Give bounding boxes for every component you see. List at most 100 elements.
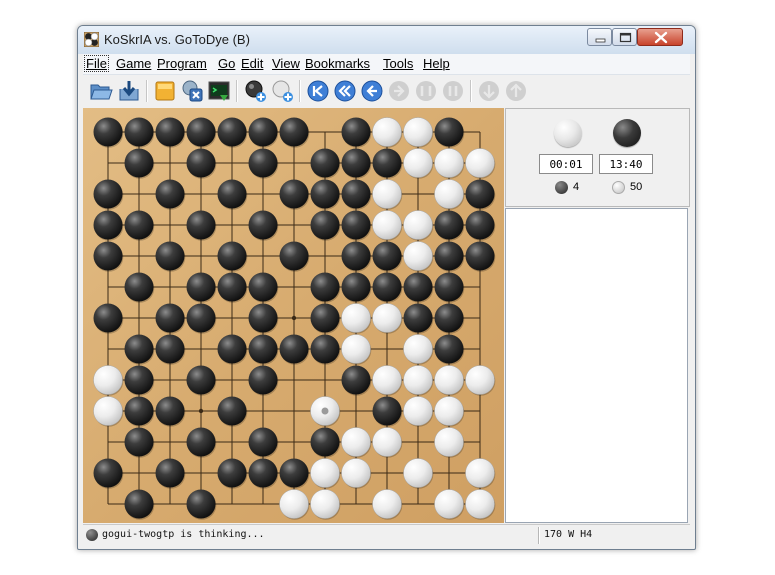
black-stone (403, 272, 433, 302)
white-stone (403, 210, 433, 240)
white-stone (341, 427, 371, 457)
maximize-button[interactable] (612, 28, 637, 46)
white-stone (93, 396, 123, 426)
back-button[interactable] (359, 78, 385, 104)
menu-go[interactable]: Go (216, 55, 237, 72)
black-stone (217, 272, 247, 302)
white-stone (372, 489, 402, 519)
toolbar-separator (146, 80, 148, 102)
status-message: gogui-twogtp is thinking... (102, 529, 265, 540)
detach-program-button[interactable] (179, 78, 205, 104)
open-button[interactable] (88, 78, 114, 104)
back-ten-button[interactable] (332, 78, 358, 104)
star-point (198, 408, 204, 414)
black-stone (372, 148, 402, 178)
black-captures-count: 4 (573, 181, 580, 193)
white-stone (403, 458, 433, 488)
white-stone (93, 365, 123, 395)
white-stone (372, 210, 402, 240)
open-folder-icon (90, 84, 113, 100)
detach-program-icon (182, 80, 203, 102)
black-stone (124, 427, 154, 457)
board-canvas[interactable] (83, 108, 504, 523)
comment-textarea[interactable] (505, 208, 688, 523)
white-clock: 00:01 (539, 154, 593, 174)
white-stone (403, 396, 433, 426)
black-stone (465, 179, 495, 209)
go-board[interactable] (83, 108, 504, 523)
black-stone (279, 241, 309, 271)
black-stone (155, 179, 185, 209)
black-stone (124, 148, 154, 178)
status-divider (538, 527, 540, 544)
black-stone (248, 210, 278, 240)
black-stone (372, 396, 402, 426)
play-button[interactable] (242, 78, 268, 104)
new-game-button[interactable] (152, 78, 178, 104)
menu-tools[interactable]: Tools (381, 55, 415, 72)
white-stone (434, 396, 464, 426)
black-stone (186, 148, 216, 178)
black-stone (403, 303, 433, 333)
play-icon (245, 80, 266, 102)
forward-icon (389, 81, 409, 101)
minimize-button[interactable] (587, 28, 612, 46)
black-stone (217, 458, 247, 488)
white-stone (341, 334, 371, 364)
white-player-stone-icon (554, 119, 582, 147)
menu-edit[interactable]: Edit (239, 55, 265, 72)
black-stone (93, 458, 123, 488)
black-stone (310, 148, 340, 178)
black-stone (248, 303, 278, 333)
title-bar[interactable]: KoSkrIA vs. GoToDye (B) (78, 26, 695, 54)
black-player-stone-icon (613, 119, 641, 147)
go-beginning-button[interactable] (305, 78, 331, 104)
white-stone (403, 241, 433, 271)
black-stone (248, 272, 278, 302)
go-end-button[interactable] (440, 78, 466, 104)
play-single-button[interactable] (269, 78, 295, 104)
white-stone (434, 365, 464, 395)
black-stone (155, 334, 185, 364)
forward-button[interactable] (386, 78, 412, 104)
white-stone (403, 334, 433, 364)
minimize-icon (595, 38, 606, 43)
white-stone (372, 179, 402, 209)
menu-game[interactable]: Game (114, 55, 153, 72)
black-stone (155, 117, 185, 147)
black-stone (217, 179, 247, 209)
menu-file[interactable]: File (84, 55, 109, 72)
white-stone (434, 489, 464, 519)
white-stone (372, 303, 402, 333)
go-beginning-icon (307, 80, 329, 102)
toolbar-separator (299, 80, 301, 102)
black-stone (93, 303, 123, 333)
black-stone (155, 458, 185, 488)
menu-program[interactable]: Program (155, 55, 209, 72)
menu-bookmarks[interactable]: Bookmarks (303, 55, 372, 72)
black-stone (248, 427, 278, 457)
white-stone (341, 458, 371, 488)
black-stone (217, 334, 247, 364)
black-stone (434, 303, 464, 333)
black-stone (248, 365, 278, 395)
menu-help[interactable]: Help (421, 55, 452, 72)
next-variation-icon (506, 81, 526, 101)
black-stone (279, 334, 309, 364)
black-stone (279, 117, 309, 147)
black-stone (248, 458, 278, 488)
white-stone (465, 148, 495, 178)
save-button[interactable] (116, 78, 142, 104)
main-window: KoSkrIA vs. GoToDye (B) File Game Program G… (77, 25, 696, 550)
white-stone (434, 148, 464, 178)
gtp-shell-button[interactable] (206, 78, 232, 104)
previous-variation-button[interactable] (476, 78, 502, 104)
menu-view[interactable]: View (270, 55, 302, 72)
close-button[interactable] (637, 28, 683, 46)
forward-ten-button[interactable] (413, 78, 439, 104)
next-variation-button[interactable] (503, 78, 529, 104)
clock-panel: 00:01 13:40 4 50 (505, 108, 690, 207)
black-stone (248, 148, 278, 178)
black-stone (434, 272, 464, 302)
black-stone (310, 179, 340, 209)
